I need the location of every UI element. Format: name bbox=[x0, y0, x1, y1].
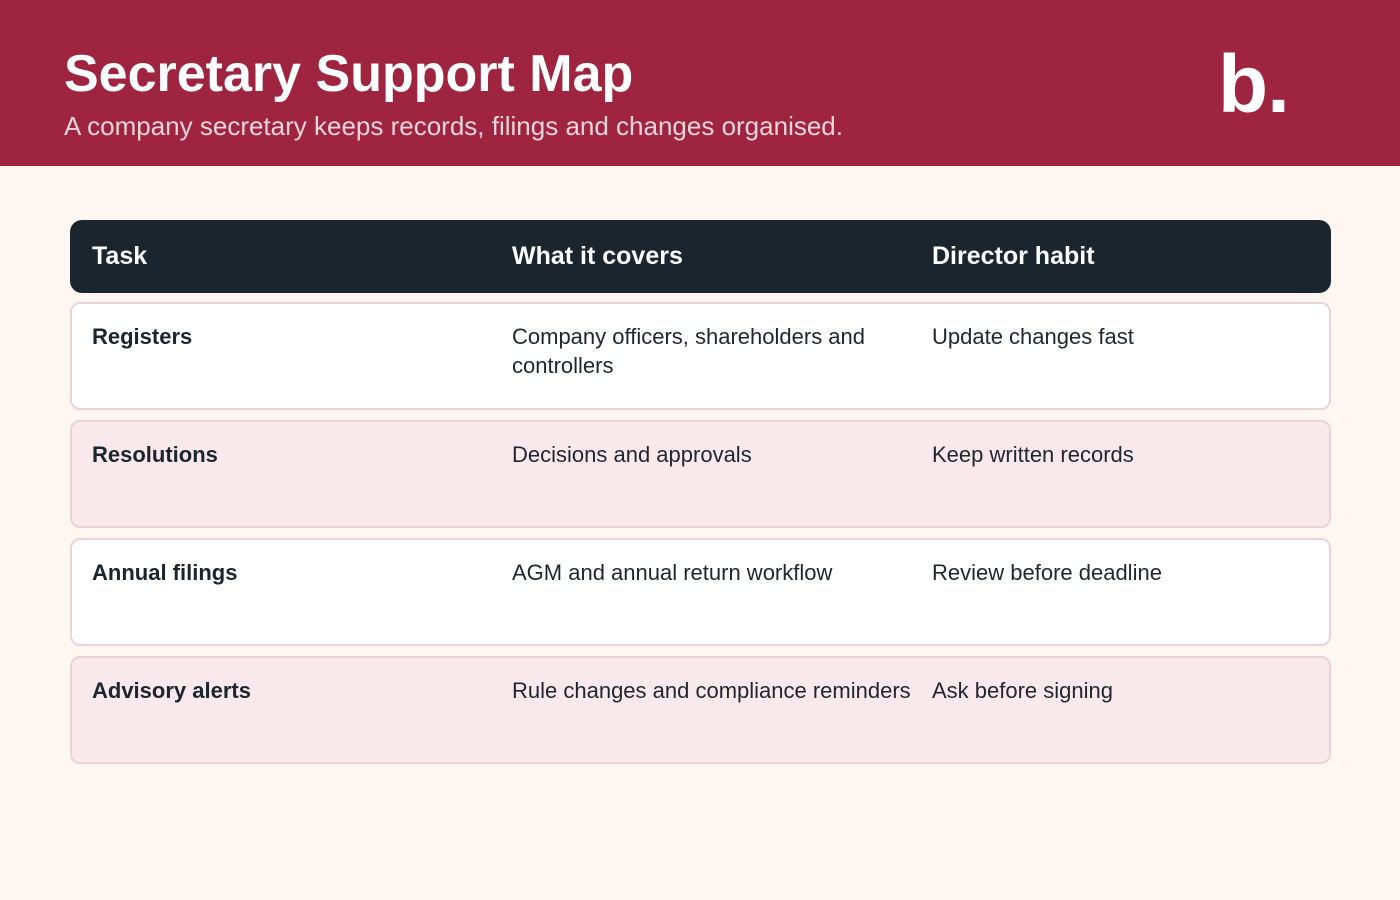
habit-cell: Ask before signing bbox=[932, 678, 1113, 703]
habit-cell: Review before deadline bbox=[932, 560, 1162, 585]
covers-cell: Rule changes and compliance reminders bbox=[512, 678, 911, 703]
column-header-director-habit: Director habit bbox=[932, 242, 1095, 270]
task-cell: Advisory alerts bbox=[92, 678, 251, 703]
column-header-task: Task bbox=[92, 242, 148, 270]
table-row: Registers Company officers, shareholders… bbox=[70, 302, 1331, 410]
task-cell: Annual filings bbox=[92, 560, 238, 585]
page-subtitle: A company secretary keeps records, filin… bbox=[64, 111, 843, 141]
table-row: Annual filings AGM and annual return wor… bbox=[70, 538, 1331, 646]
table-row: Resolutions Decisions and approvals Keep… bbox=[70, 420, 1331, 528]
covers-cell: AGM and annual return workflow bbox=[512, 560, 833, 585]
table-header: Task What it covers Director habit bbox=[70, 220, 1331, 293]
covers-cell: Decisions and approvals bbox=[512, 442, 752, 467]
header-banner: Secretary Support Map A company secretar… bbox=[0, 0, 1400, 166]
habit-cell: Keep written records bbox=[932, 442, 1134, 467]
covers-cell: Company officers, shareholders and contr… bbox=[512, 324, 866, 378]
page-title: Secretary Support Map bbox=[64, 45, 634, 103]
habit-cell: Update changes fast bbox=[932, 324, 1134, 349]
column-header-what-it-covers: What it covers bbox=[512, 242, 683, 270]
task-cell: Registers bbox=[92, 324, 193, 349]
table-row: Advisory alerts Rule changes and complia… bbox=[70, 656, 1331, 764]
task-cell: Resolutions bbox=[92, 442, 218, 467]
brand-logo: b. bbox=[1218, 39, 1290, 130]
